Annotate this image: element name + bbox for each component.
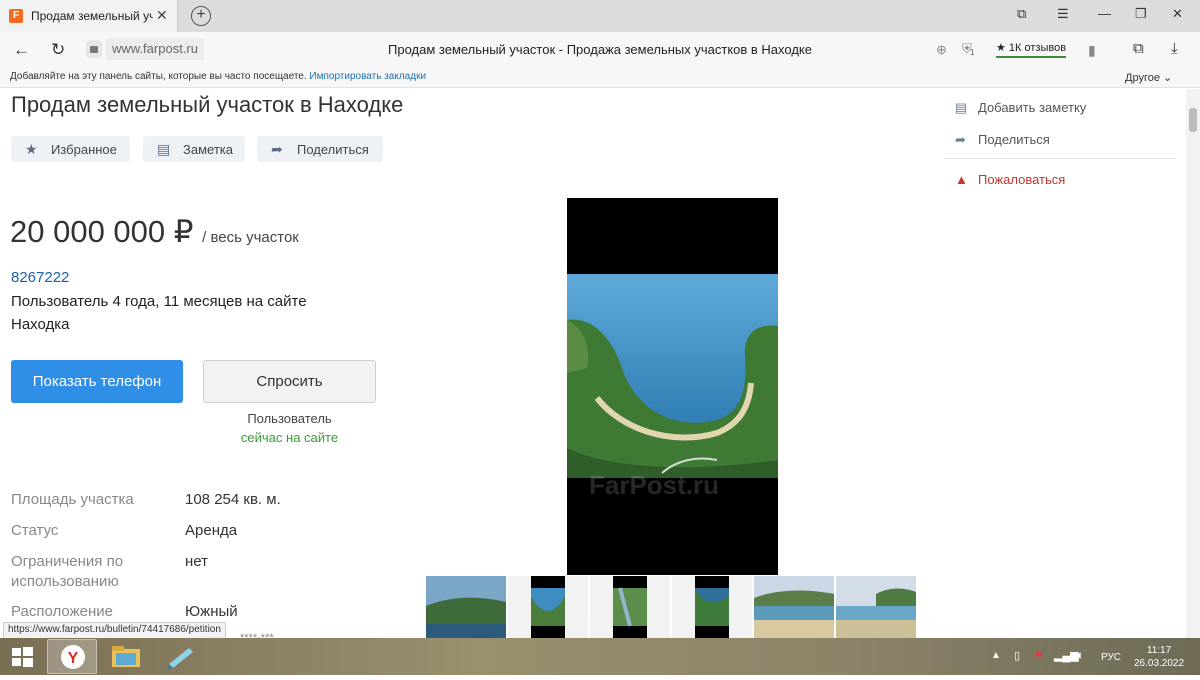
warning-icon: ▲ bbox=[955, 172, 968, 187]
share-icon: ➦ bbox=[271, 141, 283, 157]
bay-aerial-image bbox=[567, 274, 778, 478]
clock[interactable]: 11:17 26.03.2022 bbox=[1134, 644, 1184, 670]
detail-label-area: Площадь участка bbox=[11, 491, 134, 508]
browser-tab-bar: F Продам земельный уча ✕ + ⧉ ☰ — ❐ ✕ bbox=[0, 0, 1200, 32]
note-icon: ▤ bbox=[955, 100, 968, 115]
thumbnail[interactable] bbox=[836, 576, 916, 638]
farpost-favicon-icon: F bbox=[9, 9, 23, 23]
favorite-label: Избранное bbox=[51, 142, 117, 157]
page-scrollbar[interactable] bbox=[1186, 89, 1200, 638]
detail-label-status: Статус bbox=[11, 522, 59, 539]
tabs-menu-icon[interactable]: ⧉ bbox=[1017, 6, 1026, 22]
battery-icon[interactable]: ▯ bbox=[1014, 649, 1020, 662]
detail-label-restrictions: Ограничения по использованию bbox=[11, 553, 124, 590]
note-label: Заметка bbox=[183, 142, 233, 157]
presence-label: Пользователь bbox=[247, 411, 332, 426]
thumbnail[interactable] bbox=[590, 576, 670, 638]
complain-label: Пожаловаться bbox=[978, 172, 1066, 187]
seller-since: Пользователь 4 года, 11 месяцев на сайте bbox=[11, 293, 307, 310]
yandex-browser-taskbar-button[interactable]: Y bbox=[47, 639, 97, 674]
svg-text:Y: Y bbox=[68, 650, 79, 667]
browser-tab[interactable]: F Продам земельный уча ✕ bbox=[0, 0, 178, 32]
detail-value-area: 108 254 кв. м. bbox=[185, 491, 281, 508]
seller-id-link[interactable]: 8267222 bbox=[11, 269, 69, 286]
address-bar: ← ↻ www.farpost.ru Продам земельный учас… bbox=[0, 32, 1200, 68]
folder-icon bbox=[112, 646, 140, 667]
sidebar-share-link[interactable]: ➦ Поделиться bbox=[955, 132, 1050, 148]
reviews-link[interactable]: ★ 1К отзывов bbox=[996, 41, 1067, 58]
thumbnail[interactable] bbox=[754, 576, 834, 638]
collections-icon[interactable]: ⧉ bbox=[1133, 40, 1144, 57]
close-window-icon[interactable]: ✕ bbox=[1172, 6, 1183, 22]
reviews-label: 1К отзывов bbox=[1008, 42, 1067, 54]
detail-value-status: Аренда bbox=[185, 522, 238, 539]
start-button[interactable] bbox=[0, 639, 45, 674]
thumbnail[interactable] bbox=[508, 576, 588, 638]
volume-icon[interactable]: 🔈︎ bbox=[1077, 648, 1084, 663]
thumbnail[interactable] bbox=[672, 576, 752, 638]
clock-date: 26.03.2022 bbox=[1134, 658, 1185, 669]
zoom-icon[interactable]: ⊕ bbox=[936, 42, 947, 58]
add-note-label: Добавить заметку bbox=[978, 100, 1087, 115]
detail-label-location: Расположение bbox=[11, 603, 113, 620]
favorite-button[interactable]: ★ Избранное bbox=[11, 136, 130, 162]
thumbnail-strip bbox=[426, 576, 918, 638]
status-bar-url: https://www.farpost.ru/bulletin/74417686… bbox=[3, 622, 226, 639]
price-unit: / весь участок bbox=[202, 229, 299, 246]
new-tab-icon[interactable]: + bbox=[191, 6, 211, 26]
listing-title: Продам земельный участок в Находке bbox=[11, 92, 404, 117]
other-bookmarks[interactable]: Другое ⌄ bbox=[1125, 71, 1172, 84]
restore-icon[interactable]: ❐ bbox=[1135, 6, 1147, 22]
share-label: Поделиться bbox=[297, 142, 369, 157]
detail-value-location: Южный bbox=[185, 603, 238, 620]
flag-icon[interactable]: ⚑ bbox=[1034, 649, 1044, 662]
bookmark-icon[interactable]: ▮ bbox=[1088, 42, 1096, 59]
close-tab-icon[interactable]: ✕ bbox=[156, 7, 168, 24]
price-value: 20 000 000 ₽ bbox=[10, 214, 194, 249]
taskbar: Y ▲ ▯ ⚑ ▂▄▆ 🔈︎ РУС 11:17 26.03.2022 bbox=[0, 638, 1200, 675]
minimize-icon[interactable]: — bbox=[1098, 6, 1111, 21]
notepad-icon bbox=[167, 648, 193, 669]
tray-arrow-icon[interactable]: ▲ bbox=[991, 650, 1001, 661]
seller-city: Находка bbox=[11, 316, 70, 333]
seller-presence: Пользователь сейчас на сайте bbox=[203, 409, 376, 447]
explorer-taskbar-button[interactable] bbox=[101, 639, 151, 674]
sidebar-divider bbox=[944, 158, 1176, 159]
bookmarks-hint-text: Добавляйте на эту панель сайты, которые … bbox=[10, 71, 307, 82]
note-button[interactable]: ▤ Заметка bbox=[143, 136, 245, 162]
protect-badge: 1 bbox=[970, 48, 975, 57]
share-button[interactable]: ➦ Поделиться bbox=[257, 136, 383, 162]
windows-icon bbox=[12, 647, 33, 667]
network-icon[interactable]: ▂▄▆ bbox=[1054, 649, 1079, 662]
share-icon: ➦ bbox=[955, 132, 966, 147]
clock-time: 11:17 bbox=[1146, 645, 1172, 656]
price: 20 000 000 ₽ / весь участок bbox=[10, 214, 299, 250]
main-photo[interactable]: FarPost.ru bbox=[567, 198, 778, 575]
add-note-link[interactable]: ▤ Добавить заметку bbox=[955, 100, 1086, 116]
bookmarks-bar: Добавляйте на эту панель сайты, которые … bbox=[0, 68, 1200, 88]
bookmarks-hint: Добавляйте на эту панель сайты, которые … bbox=[10, 71, 426, 82]
sidebar-share-label: Поделиться bbox=[978, 132, 1050, 147]
import-bookmarks-link[interactable]: Импортировать закладки bbox=[309, 71, 426, 82]
scrollbar-thumb[interactable] bbox=[1189, 108, 1197, 132]
other-bookmarks-label: Другое bbox=[1125, 72, 1160, 84]
watermark: FarPost.ru bbox=[589, 470, 720, 500]
detail-value-restrictions: нет bbox=[185, 553, 208, 570]
thumbnail[interactable] bbox=[426, 576, 506, 638]
app-taskbar-button[interactable] bbox=[155, 639, 205, 674]
complain-link[interactable]: ▲ Пожаловаться bbox=[955, 172, 1065, 187]
download-icon[interactable]: ⤓ bbox=[1171, 40, 1178, 57]
yandex-browser-icon: Y bbox=[61, 645, 85, 669]
presence-status: сейчас на сайте bbox=[240, 430, 339, 445]
tab-title: Продам земельный уча bbox=[31, 9, 153, 23]
language-indicator[interactable]: РУС bbox=[1101, 652, 1121, 663]
ask-button[interactable]: Спросить bbox=[203, 360, 376, 403]
star-icon: ★ bbox=[25, 141, 38, 157]
show-phone-button[interactable]: Показать телефон bbox=[11, 360, 183, 403]
note-icon: ▤ bbox=[157, 141, 171, 157]
menu-icon[interactable]: ☰ bbox=[1057, 6, 1069, 22]
